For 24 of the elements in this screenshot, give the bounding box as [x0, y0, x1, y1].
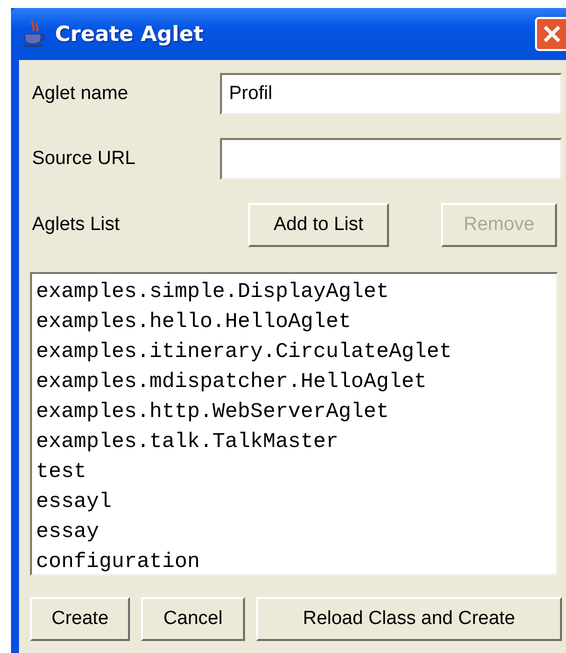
list-item[interactable]: essay: [36, 518, 552, 548]
list-item[interactable]: test: [36, 458, 552, 488]
close-button[interactable]: [535, 17, 566, 51]
list-item[interactable]: examples.simple.DisplayAglet: [36, 278, 552, 308]
list-item[interactable]: examples.mdispatcher.HelloAglet: [36, 368, 552, 398]
input-field[interactable]: Profil: [220, 73, 562, 115]
list-item[interactable]: essayl: [36, 488, 552, 518]
list-item[interactable]: examples.http.WebServerAglet: [36, 398, 552, 428]
list-item[interactable]: configuration: [36, 548, 552, 578]
input-field[interactable]: [220, 138, 562, 180]
list-item[interactable]: examples.itinerary.CirculateAglet: [36, 338, 552, 368]
dialog-button[interactable]: Reload Class and Create: [256, 597, 562, 641]
aglet-list[interactable]: [30, 272, 558, 576]
field-label: Aglet name: [31, 83, 130, 105]
add-button[interactable]: Add to List: [248, 203, 389, 247]
dialog-button[interactable]: Create: [30, 597, 130, 641]
list-item[interactable]: examples.talk.TalkMaster: [36, 428, 552, 458]
close-icon: [541, 23, 563, 45]
field-label: Source URL: [31, 148, 136, 170]
window-title: Create Aglet: [55, 22, 205, 46]
dialog-button[interactable]: Cancel: [141, 597, 245, 641]
list-item[interactable]: examples.hello.HelloAglet: [36, 308, 552, 338]
list-label: Aglets List: [31, 214, 121, 236]
coffee-cup-icon: [21, 19, 47, 49]
